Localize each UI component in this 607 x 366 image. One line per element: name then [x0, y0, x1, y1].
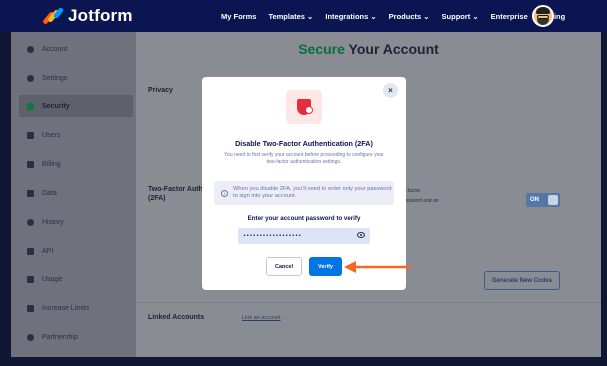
user-avatar[interactable] [532, 5, 554, 27]
sidebar-item-label: Partnership [42, 333, 78, 341]
sidebar-item-label: History [42, 218, 64, 226]
pointer-arrow-icon [344, 261, 412, 273]
top-navigation: Jotform My Forms Templates ⌄ Integration… [0, 0, 607, 32]
sidebar-item-usage[interactable]: Usage [19, 268, 133, 290]
nav-products[interactable]: Products ⌄ [389, 12, 430, 21]
sidebar-item-data[interactable]: Data [19, 182, 133, 204]
dialog-subtitle: You need to first verify your account be… [224, 152, 384, 165]
sidebar-item-billing[interactable]: Billing [19, 153, 133, 175]
shield-lock-icon [286, 90, 322, 124]
password-value: •••••••••••••••••• [243, 233, 302, 239]
sidebar-item-label: Users [42, 131, 61, 139]
sidebar-item-history[interactable]: History [19, 211, 133, 233]
dialog-title: Disable Two-Factor Authentication (2FA) [235, 139, 373, 148]
sidebar-item-users[interactable]: Users [19, 124, 133, 146]
password-input[interactable]: •••••••••••••••••• [238, 228, 370, 244]
section-divider [136, 302, 601, 303]
nav-enterprise[interactable]: Enterprise [491, 12, 528, 21]
two-factor-toggle[interactable]: ON [526, 193, 560, 207]
jotform-logo-icon [42, 6, 65, 25]
partnership-icon [27, 333, 34, 341]
cancel-button[interactable]: Cancel [266, 257, 302, 276]
toggle-knob [548, 195, 558, 205]
user-icon [27, 45, 34, 53]
sidebar-item-increase-limits[interactable]: Increase Limits [19, 297, 133, 319]
sidebar-item-label: Data [42, 189, 57, 197]
nav-templates[interactable]: Templates ⌄ [268, 12, 313, 21]
nav-support[interactable]: Support ⌄ [442, 12, 479, 21]
sidebar-item-label: Billing [42, 160, 61, 168]
main-nav: My Forms Templates ⌄ Integrations ⌄ Prod… [221, 0, 577, 32]
sidebar-item-partnership[interactable]: Partnership [19, 326, 133, 348]
gear-icon [27, 74, 34, 82]
generate-new-codes-button[interactable]: Generate New Codes [484, 271, 560, 290]
lock-icon [27, 102, 34, 110]
jotform-logo[interactable]: Jotform [42, 6, 133, 26]
brand-name: Jotform [68, 6, 133, 25]
toggle-label: ON [530, 197, 539, 203]
sidebar-item-security[interactable]: Security [19, 95, 133, 117]
history-icon [27, 218, 34, 226]
info-icon: i [221, 189, 228, 197]
verify-button[interactable]: Verify [309, 257, 342, 276]
api-icon [27, 247, 34, 255]
nav-my-forms[interactable]: My Forms [221, 12, 256, 21]
info-notice-text: When you disable 2FA, you'll need to ent… [233, 185, 392, 200]
usage-icon [27, 275, 34, 283]
sidebar-item-api[interactable]: API [19, 240, 133, 262]
password-label: Enter your account password to verify [247, 215, 361, 222]
page-title-rest: Your Account [344, 41, 439, 57]
page-title: Secure Your Account [136, 41, 601, 57]
sidebar-item-label: Settings [42, 74, 68, 82]
sidebar-item-label: Increase Limits [42, 304, 90, 312]
sidebar-item-settings[interactable]: Settings [19, 67, 133, 89]
link-account-link[interactable]: Link an account [242, 315, 281, 321]
data-icon [27, 189, 34, 197]
sidebar-item-label: Usage [42, 275, 63, 283]
settings-sidebar: Account Settings Security Users Billing … [11, 32, 136, 357]
sidebar-item-label: Account [42, 45, 68, 53]
gift-icon [27, 304, 34, 312]
privacy-label: Privacy [148, 87, 173, 94]
users-icon [27, 131, 34, 139]
two-factor-label: Two-Factor Auth (2FA) [148, 186, 203, 202]
linked-accounts-label: Linked Accounts [148, 314, 205, 321]
two-factor-description-line1: -factor [406, 188, 421, 194]
billing-icon [27, 160, 34, 168]
info-notice: i When you disable 2FA, you'll need to e… [214, 181, 394, 205]
sidebar-item-account[interactable]: Account [19, 38, 133, 60]
sidebar-item-label: Security [42, 102, 70, 110]
nav-integrations[interactable]: Integrations ⌄ [325, 12, 376, 21]
sidebar-item-label: API [42, 247, 54, 255]
page-title-accent: Secure [298, 41, 345, 57]
eye-icon[interactable] [357, 232, 365, 238]
close-icon[interactable]: × [383, 83, 398, 98]
two-factor-description-line2: ssword and an [406, 198, 439, 204]
